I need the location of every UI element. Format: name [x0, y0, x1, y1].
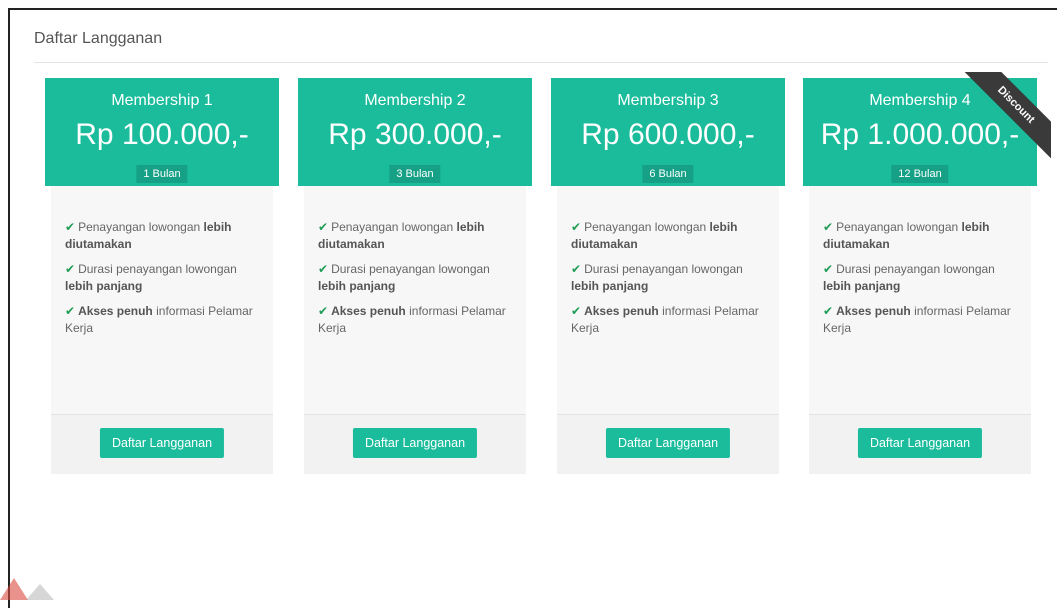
feature-text: Durasi penayangan lowongan [78, 262, 237, 276]
check-icon: ✔ [318, 220, 329, 234]
feature-item: ✔ Durasi penayangan lowongan lebih panjan… [823, 261, 1023, 295]
plan-duration-badge: 3 Bulan [389, 165, 441, 183]
feature-item: ✔ Penayangan lowongan lebih diutamakan [318, 219, 518, 253]
plan-footer: Daftar Langganan [809, 415, 1031, 474]
check-icon: ✔ [65, 304, 76, 318]
plan-price: Rp 300.000,- [328, 118, 502, 151]
feature-text: Durasi penayangan lowongan [331, 262, 490, 276]
plan-footer: Daftar Langganan [51, 415, 273, 474]
plan-footer: Daftar Langganan [557, 415, 779, 474]
title-divider [34, 62, 1048, 63]
feature-list: ✔ Penayangan lowongan lebih diutamakan ✔ D… [571, 219, 771, 345]
check-icon: ✔ [823, 262, 834, 276]
subscribe-button[interactable]: Daftar Langganan [352, 428, 478, 458]
plan-duration-badge: 12 Bulan [891, 165, 949, 183]
feature-item: ✔ Akses penuh informasi Pelamar Kerja [318, 303, 518, 337]
plan-features-panel: ✔ Penayangan lowongan lebih diutamakan ✔ D… [304, 186, 526, 415]
feature-item: ✔ Penayangan lowongan lebih diutamakan [823, 219, 1023, 253]
feature-item: ✔ Akses penuh informasi Pelamar Kerja [571, 303, 771, 337]
feature-text-bold: lebih panjang [823, 279, 901, 293]
feature-text-bold: Akses penuh [836, 304, 911, 318]
feature-text: Durasi penayangan lowongan [584, 262, 743, 276]
plan-features-panel: ✔ Penayangan lowongan lebih diutamakan ✔ D… [51, 186, 273, 415]
plan-duration-badge: 6 Bulan [642, 165, 694, 183]
plan-footer: Daftar Langganan [304, 415, 526, 474]
watermark-shape [0, 578, 28, 600]
check-icon: ✔ [65, 220, 76, 234]
feature-text-bold: Akses penuh [78, 304, 153, 318]
check-icon: ✔ [823, 220, 834, 234]
plan-card: Membership 2 Rp 300.000,- 3 Bulan ✔ Penay… [298, 78, 532, 474]
feature-text-bold: lebih panjang [318, 279, 396, 293]
plan-header: Membership 3 Rp 600.000,- 6 Bulan [551, 78, 785, 186]
feature-text: Penayangan lowongan [836, 220, 962, 234]
plan-name: Membership 2 [364, 92, 466, 109]
plan-name: Membership 1 [111, 92, 213, 109]
subscribe-button[interactable]: Daftar Langganan [99, 428, 225, 458]
check-icon: ✔ [823, 304, 834, 318]
feature-item: ✔ Durasi penayangan lowongan lebih panjan… [65, 261, 265, 295]
panel-title: Daftar Langganan [34, 30, 163, 47]
feature-item: ✔ Durasi penayangan lowongan lebih panjan… [571, 261, 771, 295]
plan-features-panel: ✔ Penayangan lowongan lebih diutamakan ✔ D… [557, 186, 779, 415]
feature-item: ✔ Penayangan lowongan lebih diutamakan [571, 219, 771, 253]
check-icon: ✔ [65, 262, 76, 276]
subscribe-button[interactable]: Daftar Langganan [605, 428, 731, 458]
plan-duration-badge: 1 Bulan [136, 165, 188, 183]
plan-card: Membership 1 Rp 100.000,- 1 Bulan ✔ Penay… [45, 78, 279, 474]
plan-header: Membership 2 Rp 300.000,- 3 Bulan [298, 78, 532, 186]
feature-item: ✔ Penayangan lowongan lebih diutamakan [65, 219, 265, 253]
feature-text: Durasi penayangan lowongan [836, 262, 995, 276]
check-icon: ✔ [571, 304, 582, 318]
feature-text-bold: Akses penuh [331, 304, 406, 318]
feature-list: ✔ Penayangan lowongan lebih diutamakan ✔ D… [823, 219, 1023, 345]
plan-name: Membership 3 [617, 92, 719, 109]
plan-card: Membership 4 Rp 1.000.000,- 12 Bulan Dis… [803, 72, 1051, 474]
check-icon: ✔ [571, 262, 582, 276]
feature-text: Penayangan lowongan [331, 220, 457, 234]
subscribe-button[interactable]: Daftar Langganan [857, 428, 983, 458]
feature-text: Penayangan lowongan [78, 220, 204, 234]
check-icon: ✔ [571, 220, 582, 234]
feature-text-bold: lebih panjang [65, 279, 143, 293]
feature-item: ✔ Akses penuh informasi Pelamar Kerja [65, 303, 265, 337]
plan-features-panel: ✔ Penayangan lowongan lebih diutamakan ✔ D… [809, 186, 1031, 415]
check-icon: ✔ [318, 304, 329, 318]
plan-card: Membership 3 Rp 600.000,- 6 Bulan ✔ Penay… [551, 78, 785, 474]
plan-price: Rp 600.000,- [581, 118, 755, 151]
plan-price: Rp 100.000,- [75, 118, 249, 151]
discount-ribbon-wrap: Discount [951, 72, 1051, 162]
feature-text-bold: Akses penuh [584, 304, 659, 318]
feature-list: ✔ Penayangan lowongan lebih diutamakan ✔ D… [65, 219, 265, 345]
discount-ribbon: Discount [960, 72, 1051, 161]
check-icon: ✔ [318, 262, 329, 276]
feature-list: ✔ Penayangan lowongan lebih diutamakan ✔ D… [318, 219, 518, 345]
feature-item: ✔ Durasi penayangan lowongan lebih panjan… [318, 261, 518, 295]
feature-item: ✔ Akses penuh informasi Pelamar Kerja [823, 303, 1023, 337]
feature-text: Penayangan lowongan [584, 220, 710, 234]
plan-header: Membership 1 Rp 100.000,- 1 Bulan [45, 78, 279, 186]
feature-text-bold: lebih panjang [571, 279, 649, 293]
